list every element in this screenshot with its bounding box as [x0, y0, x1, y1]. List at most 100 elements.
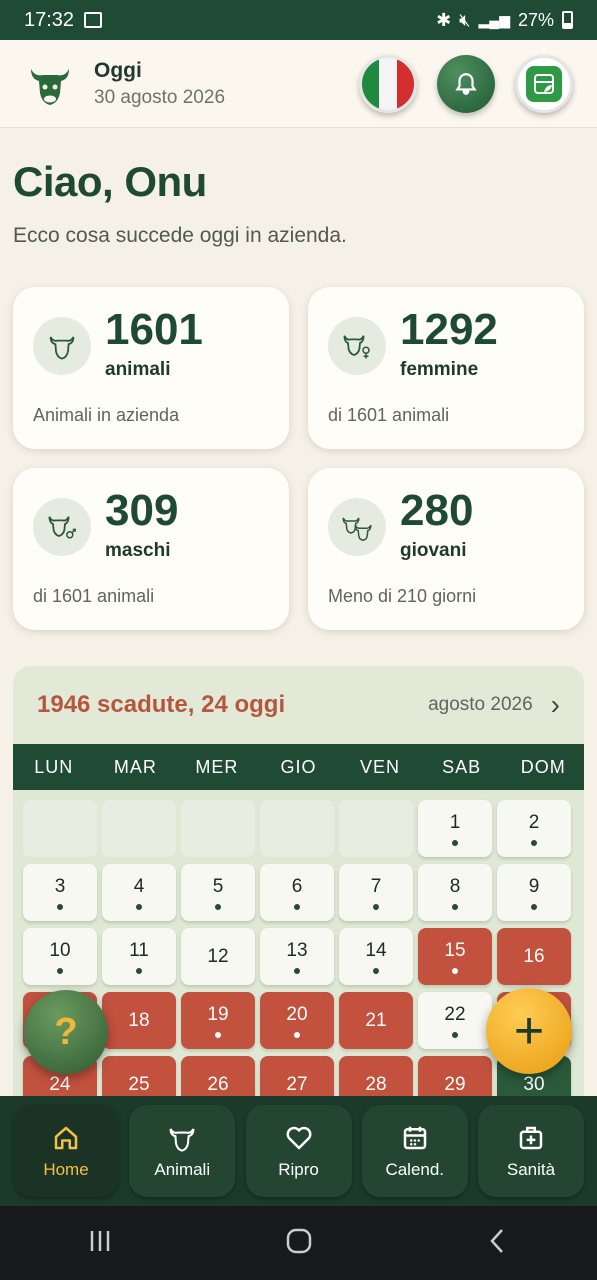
event-dot-icon [452, 967, 458, 974]
calendar-day[interactable]: 13 [260, 928, 334, 985]
app-header: Oggi 30 agosto 2026 [0, 40, 597, 128]
weekday-label: MAR [113, 756, 157, 777]
stat-description: Animali in azienda [33, 405, 180, 425]
calendar-grid: 1234567891011121314151617181920212223242… [23, 800, 575, 1106]
weekday-label: DOM [520, 756, 566, 777]
notifications-button[interactable] [437, 54, 495, 113]
mute-icon: 🔇︎ [459, 9, 471, 30]
language-flag-button[interactable] [359, 54, 417, 113]
day-number: 27 [286, 1073, 308, 1095]
next-month-chevron-icon[interactable]: › [551, 689, 560, 721]
calendar-day[interactable]: 15 [418, 928, 492, 985]
calendar-empty-cell [181, 800, 255, 857]
calendar-day[interactable]: 22 [418, 992, 492, 1049]
day-number: 11 [129, 939, 149, 961]
day-number: 29 [444, 1073, 466, 1095]
day-number: 30 [523, 1073, 545, 1095]
calendar-day[interactable]: 10 [23, 928, 97, 985]
day-number: 19 [207, 1003, 229, 1025]
greeting-subtitle: Ecco cosa succede oggi in azienda. [13, 224, 347, 247]
day-number: 13 [286, 939, 308, 961]
dashboard-icon [526, 65, 562, 102]
status-time: 17:32 [24, 8, 75, 31]
calendar-day[interactable]: 2 [497, 800, 571, 857]
day-number: 24 [49, 1073, 71, 1095]
weekday-label: LUN [34, 756, 74, 777]
home-system-icon[interactable] [285, 1227, 313, 1260]
day-number: 21 [365, 1009, 387, 1031]
calendar-day[interactable]: 20 [260, 992, 334, 1049]
bottom-navigation: Home Animali Ripro Calend. Sanità [0, 1096, 597, 1206]
back-icon[interactable] [484, 1227, 512, 1260]
calendar-day[interactable]: 16 [497, 928, 571, 985]
cow-female-icon [328, 317, 386, 375]
nav-reproduction[interactable]: Ripro [245, 1105, 352, 1197]
event-dot-icon [452, 839, 458, 846]
overdue-summary[interactable]: 1946 scadute, 24 oggi [37, 691, 285, 719]
stat-card-males[interactable]: 309 maschi di 1601 animali [13, 468, 289, 630]
day-number: 22 [444, 1003, 466, 1025]
calendar-empty-cell [260, 800, 334, 857]
calendar-day[interactable]: 6 [260, 864, 334, 921]
weekday-label: VEN [360, 756, 401, 777]
calendar-day[interactable]: 21 [339, 992, 413, 1049]
stat-card-young[interactable]: 280 giovani Meno di 210 giorni [308, 468, 584, 630]
calendar-header: 1946 scadute, 24 oggi agosto 2026 › [13, 666, 584, 744]
nav-animals[interactable]: Animali [129, 1105, 236, 1197]
event-dot-icon [452, 1031, 458, 1038]
calendar-day[interactable]: 8 [418, 864, 492, 921]
day-number: 1 [449, 811, 461, 833]
bell-icon [455, 72, 477, 95]
heart-icon [284, 1122, 314, 1154]
calendar-day[interactable]: 4 [102, 864, 176, 921]
stat-description: di 1601 animali [33, 586, 155, 606]
day-number: 7 [370, 875, 382, 897]
cow-icon [33, 317, 91, 375]
day-number: 8 [449, 875, 461, 897]
stat-card-females[interactable]: 1292 femmine di 1601 animali [308, 287, 584, 449]
nav-label: Ripro [278, 1160, 319, 1179]
nav-home[interactable]: Home [13, 1105, 119, 1197]
stat-label: maschi [105, 540, 171, 561]
calendar-day[interactable]: 7 [339, 864, 413, 921]
event-dot-icon [294, 903, 300, 910]
day-number: 4 [133, 875, 145, 897]
nav-label: Animali [154, 1160, 211, 1179]
event-dot-icon [215, 1031, 221, 1038]
add-button[interactable]: + [486, 988, 572, 1074]
dashboard-button[interactable] [515, 54, 573, 113]
calendar-day[interactable]: 1 [418, 800, 492, 857]
calendar-month: agosto 2026 [428, 694, 533, 715]
calendar-day[interactable]: 14 [339, 928, 413, 985]
calendar-day[interactable]: 3 [23, 864, 97, 921]
stat-label: femmine [400, 359, 479, 380]
calendar-day[interactable]: 5 [181, 864, 255, 921]
day-number: 20 [286, 1003, 308, 1025]
stat-card-animals[interactable]: 1601 animali Animali in azienda [13, 287, 289, 449]
stat-value: 1601 [105, 305, 203, 354]
help-button[interactable]: ? [24, 990, 108, 1074]
day-number: 10 [49, 939, 71, 961]
day-number: 9 [528, 875, 540, 897]
system-navigation-bar [0, 1206, 597, 1280]
cow-icon [167, 1122, 197, 1154]
day-number: 14 [365, 939, 387, 961]
image-notification-icon [84, 12, 103, 28]
header-title: Oggi [94, 58, 142, 82]
day-number: 26 [207, 1073, 229, 1095]
recent-apps-icon[interactable] [86, 1227, 114, 1260]
calendar-day[interactable]: 12 [181, 928, 255, 985]
event-dot-icon [531, 839, 537, 846]
weekday-label: GIO [280, 756, 317, 777]
event-dot-icon [57, 967, 63, 974]
question-icon: ? [54, 1010, 78, 1053]
calendar-day[interactable]: 9 [497, 864, 571, 921]
calendar-day[interactable]: 11 [102, 928, 176, 985]
event-dot-icon [294, 1031, 300, 1038]
calendar-day[interactable]: 19 [181, 992, 255, 1049]
nav-health[interactable]: Sanità [478, 1105, 584, 1197]
event-dot-icon [57, 903, 63, 910]
nav-calendar[interactable]: Calend. [361, 1105, 468, 1197]
calendar-day[interactable]: 18 [102, 992, 176, 1049]
calendar-empty-cell [23, 800, 97, 857]
